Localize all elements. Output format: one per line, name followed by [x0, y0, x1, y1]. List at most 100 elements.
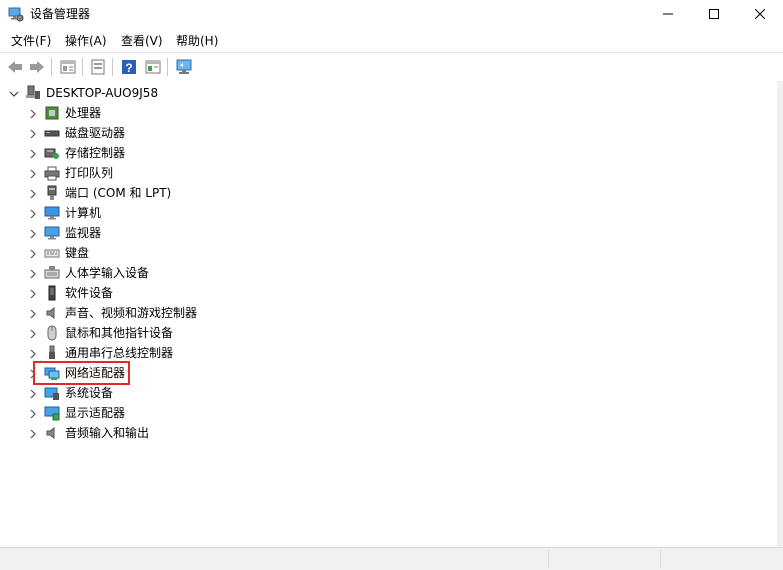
maximize-button[interactable]: [691, 0, 737, 28]
expand-chevron-icon[interactable]: [28, 388, 38, 399]
tree-root[interactable]: DESKTOP-AUO9J58: [0, 83, 760, 103]
tree-item[interactable]: 键盘: [0, 243, 760, 263]
expand-chevron-icon[interactable]: [28, 228, 38, 239]
tree-item-label: 键盘: [65, 246, 90, 260]
menu-help[interactable]: 帮助(H): [174, 33, 220, 49]
tree-item[interactable]: 计算机: [0, 203, 760, 223]
tree-item-label: 系统设备: [65, 386, 114, 400]
system-device-icon-wrapper: [44, 385, 60, 401]
print-queue-icon-wrapper: [44, 165, 60, 181]
tree-item-label: 声音、视频和游戏控制器: [65, 306, 198, 320]
tree-item[interactable]: 人体学输入设备: [0, 263, 760, 283]
monitor-icon: [44, 226, 60, 240]
tree-item-label: 计算机: [65, 206, 102, 220]
tree-item-label: 存储控制器: [65, 146, 126, 160]
window-title: 设备管理器: [30, 7, 91, 21]
forward-button[interactable]: [27, 57, 47, 77]
tree-item[interactable]: 处理器: [0, 103, 760, 123]
tree-item[interactable]: 软件设备: [0, 283, 760, 303]
maximize-icon: [709, 9, 719, 19]
device-tree[interactable]: DESKTOP-AUO9J58 处理器 磁盘驱动器存储控制器打印队列 端口 (COM …: [0, 81, 777, 547]
port-icon: [47, 185, 57, 200]
device-manager-icon: [8, 6, 24, 22]
tree-item-label: 人体学输入设备: [65, 266, 150, 280]
root-computer-icon: [26, 85, 40, 99]
disk-drive-icon: [44, 130, 60, 137]
help-button[interactable]: ?: [119, 57, 139, 77]
collapse-chevron-icon[interactable]: [9, 88, 19, 98]
disk-drive-icon-wrapper: [44, 125, 60, 141]
expand-chevron-icon[interactable]: [28, 208, 38, 219]
expand-chevron-icon[interactable]: [28, 348, 38, 359]
back-button[interactable]: [5, 57, 25, 77]
expand-chevron-icon[interactable]: [28, 328, 38, 339]
expand-chevron-icon[interactable]: [28, 408, 38, 419]
expand-chevron-icon[interactable]: [28, 128, 38, 139]
tree-item[interactable]: 显示适配器: [0, 403, 760, 423]
minimize-button[interactable]: [645, 0, 691, 28]
properties-button[interactable]: [58, 57, 78, 77]
menu-action[interactable]: 操作(A): [63, 33, 109, 49]
tree-item-label: 软件设备: [65, 286, 114, 300]
tree-item[interactable]: 端口 (COM 和 LPT): [0, 183, 760, 203]
expand-chevron-icon[interactable]: [28, 188, 38, 199]
computer-icon: [44, 206, 60, 220]
tree-item[interactable]: 鼠标和其他指针设备: [0, 323, 760, 343]
expand-chevron-icon[interactable]: [28, 288, 38, 299]
expand-chevron-icon[interactable]: [28, 428, 38, 439]
toolbar: ?: [0, 52, 783, 82]
forward-icon: [30, 61, 44, 73]
storage-controller-icon: [44, 148, 59, 159]
scan-hardware-icon: [176, 59, 192, 74]
processor-icon: [45, 106, 59, 120]
processor-icon-wrapper: [44, 105, 60, 121]
tree-item[interactable]: 系统设备: [0, 383, 760, 403]
menu-view[interactable]: 查看(V): [119, 33, 165, 49]
keyboard-icon-wrapper: [44, 245, 60, 261]
tree-item[interactable]: 磁盘驱动器: [0, 123, 760, 143]
status-bar: [0, 547, 783, 570]
expand-chevron-icon[interactable]: [28, 148, 38, 159]
port-icon-wrapper: [44, 185, 60, 201]
display-adapter-icon-wrapper: [44, 405, 60, 421]
view-button[interactable]: [143, 57, 163, 77]
toolbar-separator: [112, 58, 113, 76]
hid-icon-wrapper: [44, 265, 60, 281]
expand-chevron-icon[interactable]: [28, 108, 38, 119]
sound-icon: [46, 307, 55, 319]
console-button[interactable]: [88, 57, 108, 77]
highlight-box: [33, 361, 130, 385]
audio-io-icon-wrapper: [44, 425, 60, 441]
tree-item[interactable]: 存储控制器: [0, 143, 760, 163]
usb-icon: [49, 345, 55, 359]
back-icon: [8, 61, 22, 73]
console-icon: [91, 59, 105, 75]
print-queue-icon: [44, 166, 60, 181]
expand-chevron-icon[interactable]: [28, 268, 38, 279]
view-icon: [145, 60, 161, 74]
display-adapter-icon: [44, 406, 60, 421]
tree-item-label: 通用串行总线控制器: [65, 346, 174, 360]
tree-item[interactable]: 声音、视频和游戏控制器: [0, 303, 760, 323]
tree-root-label: DESKTOP-AUO9J58: [46, 86, 159, 100]
tree-item[interactable]: 打印队列: [0, 163, 760, 183]
menu-file[interactable]: 文件(F): [9, 33, 53, 49]
menu-bar: 文件(F) 操作(A) 查看(V) 帮助(H): [0, 30, 783, 52]
mouse-icon-wrapper: [44, 325, 60, 341]
expand-chevron-icon[interactable]: [28, 248, 38, 259]
close-button[interactable]: [737, 0, 783, 28]
mouse-icon: [47, 325, 57, 341]
expand-chevron-icon[interactable]: [28, 168, 38, 179]
sound-icon-wrapper: [44, 305, 60, 321]
tree-item[interactable]: 监视器: [0, 223, 760, 243]
expand-chevron-icon[interactable]: [28, 308, 38, 319]
tree-item[interactable]: 通用串行总线控制器: [0, 343, 760, 363]
software-device-icon-wrapper: [44, 285, 60, 301]
vertical-scrollbar[interactable]: [777, 81, 783, 547]
toolbar-separator: [82, 58, 83, 76]
scan-hardware-button[interactable]: [174, 57, 194, 77]
svg-text:?: ?: [125, 61, 132, 75]
tree-item[interactable]: 音频输入和输出: [0, 423, 760, 443]
title-bar: 设备管理器: [0, 0, 783, 28]
hid-icon: [44, 266, 60, 279]
